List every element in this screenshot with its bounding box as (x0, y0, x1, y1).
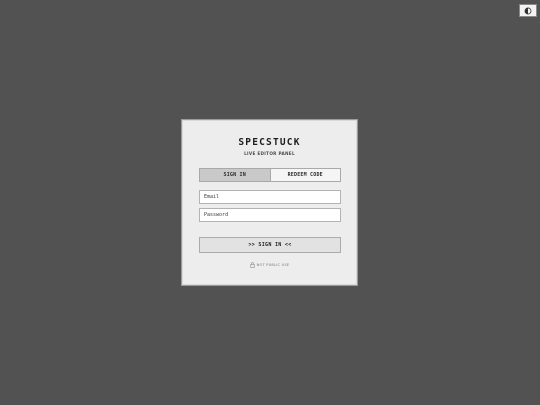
sign-in-button[interactable]: >> SIGN IN << (199, 237, 341, 253)
login-panel: SPECSTUCK LIVE EDITOR PANEL SIGN IN REDE… (181, 119, 358, 286)
theme-toggle-button[interactable] (519, 4, 537, 17)
footer-note-text: NOT PUBLIC USE (256, 263, 290, 267)
email-field[interactable] (199, 190, 341, 204)
half-moon-icon (524, 7, 532, 14)
tab-redeem-code[interactable]: REDEEM CODE (271, 169, 341, 181)
password-field[interactable] (199, 208, 341, 222)
tab-sign-in[interactable]: SIGN IN (200, 169, 271, 181)
lock-icon (250, 262, 255, 268)
footer-note: NOT PUBLIC USE (182, 262, 357, 268)
auth-tabs: SIGN IN REDEEM CODE (199, 168, 341, 182)
brand-title: SPECSTUCK (238, 137, 301, 148)
panel-subtitle: LIVE EDITOR PANEL (244, 151, 295, 156)
